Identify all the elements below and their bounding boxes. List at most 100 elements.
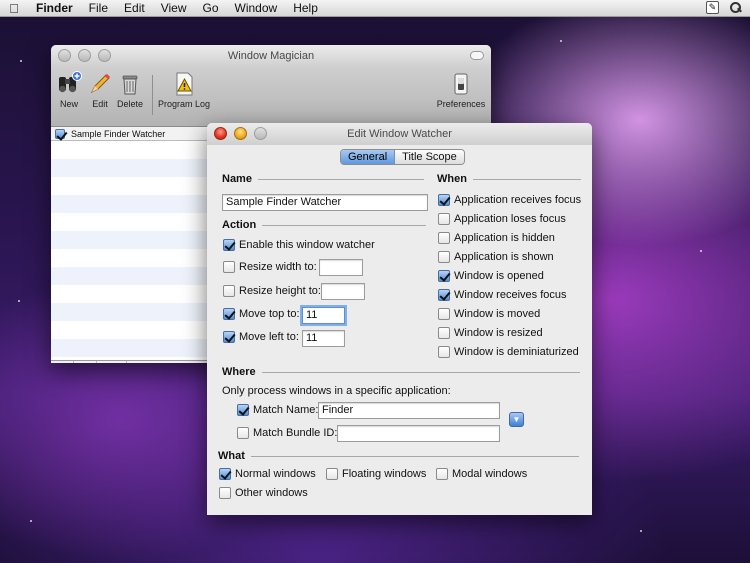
star bbox=[700, 250, 702, 252]
preferences-button[interactable]: Preferences bbox=[435, 71, 487, 109]
app-shown-checkbox[interactable] bbox=[438, 251, 450, 263]
warning-log-icon bbox=[171, 71, 197, 97]
zoom-button[interactable] bbox=[98, 49, 111, 62]
main-window-title: Window Magician bbox=[227, 50, 315, 62]
resize-width-label: Resize width to: bbox=[239, 261, 317, 273]
close-button[interactable] bbox=[58, 49, 71, 62]
resize-width-row[interactable]: Resize width to: bbox=[223, 261, 317, 273]
add-button[interactable]: + bbox=[51, 360, 74, 363]
normal-windows-row[interactable]: Normal windows bbox=[219, 468, 316, 480]
zoom-button[interactable] bbox=[254, 127, 267, 140]
when-item-app-loses-focus[interactable]: Application loses focus bbox=[438, 213, 566, 225]
when-item-window-resized[interactable]: Window is resized bbox=[438, 327, 543, 339]
spotlight-icon[interactable] bbox=[729, 1, 742, 14]
resize-height-checkbox[interactable] bbox=[223, 285, 235, 297]
what-section-heading: What bbox=[218, 450, 579, 462]
window-deminiaturized-checkbox[interactable] bbox=[438, 346, 450, 358]
when-item-app-receives-focus[interactable]: Application receives focus bbox=[438, 194, 581, 206]
match-bundle-row[interactable]: Match Bundle ID: bbox=[237, 427, 337, 439]
apple-menu-icon[interactable]:  bbox=[0, 1, 28, 16]
when-item-label: Application loses focus bbox=[454, 213, 566, 225]
star bbox=[560, 40, 562, 42]
enable-watcher-row[interactable]: Enable this window watcher bbox=[223, 239, 375, 251]
move-top-checkbox[interactable] bbox=[223, 308, 235, 320]
program-log-button[interactable]: Program Log bbox=[157, 71, 211, 109]
when-item-window-moved[interactable]: Window is moved bbox=[438, 308, 540, 320]
remove-button[interactable]: − bbox=[74, 360, 97, 363]
menu-help[interactable]: Help bbox=[285, 1, 326, 15]
edit-button[interactable]: Edit bbox=[87, 71, 113, 109]
application-popup-button[interactable]: ▼ bbox=[509, 412, 524, 427]
section-divider bbox=[250, 455, 579, 457]
resize-width-checkbox[interactable] bbox=[223, 261, 235, 273]
match-name-field[interactable]: Finder bbox=[318, 402, 500, 419]
delete-button[interactable]: Delete bbox=[115, 71, 145, 109]
normal-windows-checkbox[interactable] bbox=[219, 468, 231, 480]
resize-height-field[interactable] bbox=[321, 283, 365, 300]
new-button[interactable]: New bbox=[55, 71, 83, 109]
tab-title-scope[interactable]: Title Scope bbox=[395, 150, 464, 164]
window-receives-focus-checkbox[interactable] bbox=[438, 289, 450, 301]
menu-file[interactable]: File bbox=[81, 1, 116, 15]
watcher-enabled-checkbox[interactable] bbox=[55, 128, 65, 139]
floating-windows-checkbox[interactable] bbox=[326, 468, 338, 480]
move-left-checkbox[interactable] bbox=[223, 331, 235, 343]
minimize-button[interactable] bbox=[234, 127, 247, 140]
name-field[interactable]: Sample Finder Watcher bbox=[222, 194, 428, 211]
edit-window-title: Edit Window Watcher bbox=[347, 128, 452, 140]
move-top-row[interactable]: Move top to: bbox=[223, 308, 300, 320]
when-item-window-deminiaturized[interactable]: Window is deminiaturized bbox=[438, 346, 579, 358]
close-button[interactable] bbox=[214, 127, 227, 140]
match-bundle-field[interactable] bbox=[337, 425, 500, 442]
edit-titlebar[interactable]: Edit Window Watcher bbox=[207, 123, 592, 145]
toolbar-separator bbox=[152, 75, 153, 115]
enable-watcher-checkbox[interactable] bbox=[223, 239, 235, 251]
move-top-field[interactable]: 11 bbox=[302, 307, 345, 324]
section-divider bbox=[262, 224, 427, 226]
what-heading-text: What bbox=[218, 450, 245, 462]
match-name-row[interactable]: Match Name: bbox=[237, 404, 318, 416]
other-windows-checkbox[interactable] bbox=[219, 487, 231, 499]
star bbox=[20, 60, 22, 62]
edit-window-body: General Title Scope Name Sample Finder W… bbox=[207, 145, 592, 515]
move-left-label: Move left to: bbox=[239, 331, 299, 343]
script-menu-icon[interactable]: ✎ bbox=[706, 1, 719, 14]
move-left-field[interactable]: 11 bbox=[302, 330, 345, 347]
menu-finder[interactable]: Finder bbox=[28, 1, 81, 15]
when-item-window-opened[interactable]: Window is opened bbox=[438, 270, 544, 282]
menu-view[interactable]: View bbox=[153, 1, 195, 15]
resize-width-field[interactable] bbox=[319, 259, 363, 276]
app-loses-focus-checkbox[interactable] bbox=[438, 213, 450, 225]
when-item-app-shown[interactable]: Application is shown bbox=[438, 251, 554, 263]
resize-height-row[interactable]: Resize height to: bbox=[223, 285, 321, 297]
main-titlebar[interactable]: Window Magician bbox=[51, 45, 491, 67]
window-opened-checkbox[interactable] bbox=[438, 270, 450, 282]
match-bundle-checkbox[interactable] bbox=[237, 427, 249, 439]
name-heading-text: Name bbox=[222, 173, 252, 185]
when-item-app-hidden[interactable]: Application is hidden bbox=[438, 232, 555, 244]
floating-windows-row[interactable]: Floating windows bbox=[326, 468, 426, 480]
when-item-label: Window is deminiaturized bbox=[454, 346, 579, 358]
when-item-window-receives-focus[interactable]: Window receives focus bbox=[438, 289, 567, 301]
watcher-name: Sample Finder Watcher bbox=[71, 128, 166, 139]
menu-edit[interactable]: Edit bbox=[116, 1, 153, 15]
tab-general[interactable]: General bbox=[341, 150, 396, 164]
light-switch-icon bbox=[448, 71, 474, 97]
modal-windows-checkbox[interactable] bbox=[436, 468, 448, 480]
match-name-checkbox[interactable] bbox=[237, 404, 249, 416]
window-moved-checkbox[interactable] bbox=[438, 308, 450, 320]
action-gear-button[interactable]: ⚙ bbox=[97, 360, 127, 363]
modal-windows-row[interactable]: Modal windows bbox=[436, 468, 527, 480]
menu-window[interactable]: Window bbox=[227, 1, 286, 15]
minimize-button[interactable] bbox=[78, 49, 91, 62]
menu-go[interactable]: Go bbox=[195, 1, 227, 15]
toolbar-toggle-button[interactable] bbox=[470, 51, 484, 60]
binoculars-icon bbox=[56, 71, 82, 97]
window-resized-checkbox[interactable] bbox=[438, 327, 450, 339]
app-hidden-checkbox[interactable] bbox=[438, 232, 450, 244]
other-windows-row[interactable]: Other windows bbox=[219, 487, 308, 499]
move-top-label: Move top to: bbox=[239, 308, 300, 320]
when-item-label: Application is hidden bbox=[454, 232, 555, 244]
move-left-row[interactable]: Move left to: bbox=[223, 331, 299, 343]
app-receives-focus-checkbox[interactable] bbox=[438, 194, 450, 206]
